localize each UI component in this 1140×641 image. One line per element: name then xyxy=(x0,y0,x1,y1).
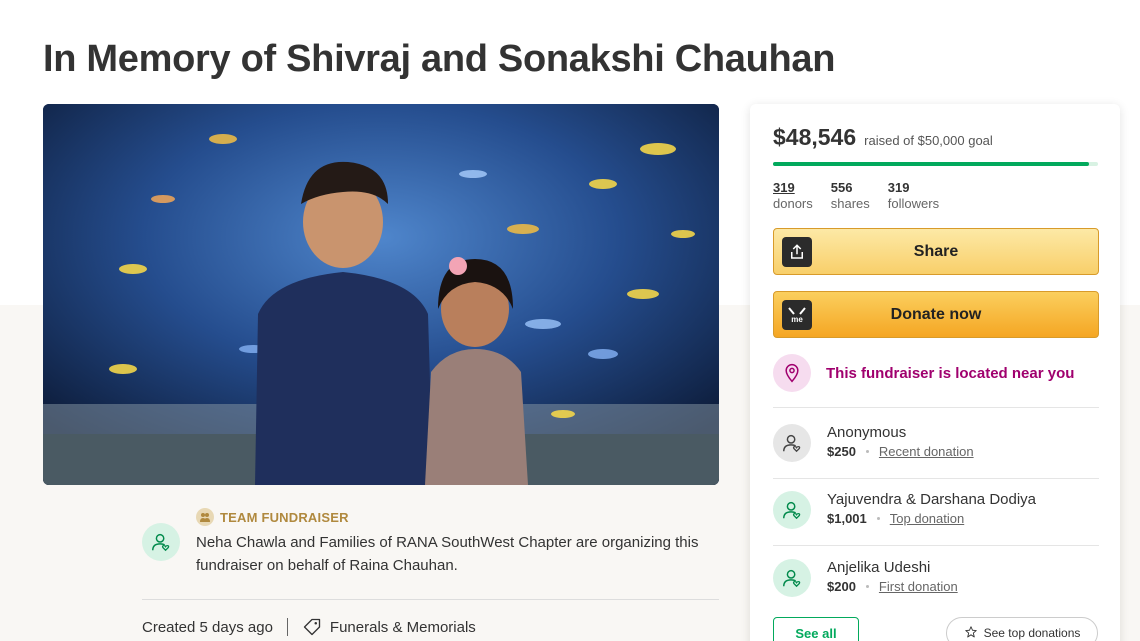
star-icon xyxy=(964,625,978,641)
stat-shares-label: shares xyxy=(830,196,870,211)
stat-followers-label: followers xyxy=(887,196,940,211)
location-notice: This fundraiser is located near you xyxy=(773,354,1074,392)
category-link[interactable]: Funerals & Memorials xyxy=(330,619,476,636)
stat-followers: 319 followers xyxy=(888,180,939,211)
share-icon xyxy=(782,237,812,267)
donor-name: Yajuvendra & Darshana Dodiya xyxy=(827,491,1037,508)
dot-separator xyxy=(865,450,869,453)
stat-donors-label: donors xyxy=(773,196,813,211)
see-all-button[interactable]: See all xyxy=(773,617,859,641)
hero-photo[interactable] xyxy=(43,104,719,485)
donor-name: Anonymous xyxy=(827,424,907,441)
organizer-avatar xyxy=(142,523,180,561)
gofundme-logo-icon: me xyxy=(782,300,812,330)
divider xyxy=(773,407,1099,408)
donation-item: Anonymous $250 Recent donation xyxy=(773,424,974,462)
donation-amount: $200 xyxy=(827,579,856,594)
donor-avatar-icon xyxy=(773,559,811,597)
see-top-donations-button[interactable]: See top donations xyxy=(946,617,1098,641)
donate-button[interactable]: me Donate now xyxy=(773,291,1099,338)
stat-donors-count[interactable]: 319 xyxy=(773,180,813,195)
organizer-description: Neha Chawla and Families of RANA SouthWe… xyxy=(196,534,699,574)
page-title: In Memory of Shivraj and Sonakshi Chauha… xyxy=(43,38,836,80)
meta-separator xyxy=(286,618,288,636)
svg-text:me: me xyxy=(791,315,803,324)
divider xyxy=(773,545,1099,546)
location-pin-icon xyxy=(773,354,811,392)
donation-amount: $1,001 xyxy=(827,511,867,526)
share-button[interactable]: Share xyxy=(773,228,1099,275)
location-notice-text: This fundraiser is located near you xyxy=(826,364,1075,382)
donation-kind-link[interactable]: First donation xyxy=(879,579,958,594)
dot-separator xyxy=(876,517,880,520)
divider xyxy=(142,599,719,600)
fundraiser-meta: Created 5 days ago Funerals & Memorials xyxy=(142,617,476,637)
donation-amount: $250 xyxy=(827,444,856,459)
created-date: Created 5 days ago xyxy=(142,618,273,636)
donor-avatar-icon xyxy=(773,491,811,529)
donation-item: Yajuvendra & Darshana Dodiya $1,001 Top … xyxy=(773,491,1036,529)
goal-text: raised of $50,000 goal xyxy=(864,133,993,148)
progress-bar xyxy=(773,162,1098,166)
team-fundraiser-text: TEAM FUNDRAISER xyxy=(220,509,349,525)
anonymous-donor-icon xyxy=(773,424,811,462)
user-heart-icon xyxy=(152,533,170,552)
stat-shares-count: 556 xyxy=(830,180,853,195)
aquarium-photo-illustration xyxy=(43,104,719,485)
raised-amount: $48,546 xyxy=(773,124,857,150)
donor-name: Anjelika Udeshi xyxy=(827,559,931,576)
donation-item: Anjelika Udeshi $200 First donation xyxy=(773,559,958,597)
raised-summary: $48,546 raised of $50,000 goal xyxy=(773,124,993,151)
dot-separator xyxy=(865,585,869,588)
divider xyxy=(773,478,1099,479)
team-icon xyxy=(196,508,214,526)
stat-followers-count: 319 xyxy=(887,180,910,195)
share-button-label: Share xyxy=(913,242,959,260)
team-fundraiser-label: TEAM FUNDRAISER xyxy=(196,508,349,526)
stat-shares: 556 shares xyxy=(831,180,870,211)
see-top-donations-label: See top donations xyxy=(983,626,1081,640)
tag-icon xyxy=(302,617,322,637)
stat-donors[interactable]: 319 donors xyxy=(773,180,813,211)
progress-fill xyxy=(773,162,1089,166)
donation-card: $48,546 raised of $50,000 goal 319 donor… xyxy=(750,104,1120,641)
donation-kind-link[interactable]: Recent donation xyxy=(879,444,974,459)
stats: 319 donors 556 shares 319 followers xyxy=(773,180,939,211)
donation-kind-link[interactable]: Top donation xyxy=(890,511,964,526)
donate-button-label: Donate now xyxy=(890,305,982,323)
